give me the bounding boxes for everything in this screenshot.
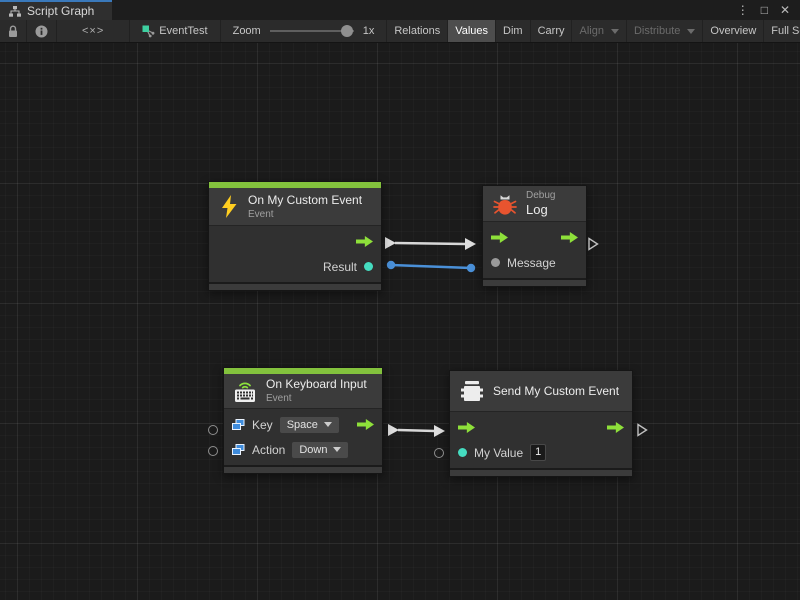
action-port-ring[interactable] (208, 446, 218, 456)
align-button[interactable]: Align (572, 20, 626, 42)
overview-button[interactable]: Overview (703, 20, 764, 42)
maximize-button[interactable]: □ (756, 3, 773, 17)
node-header: Debug Log (483, 186, 586, 221)
code-view-button[interactable]: <×> (57, 20, 130, 42)
node-footer (209, 282, 381, 290)
graph-name-label: EventTest (159, 25, 207, 37)
chevron-down-icon (687, 29, 695, 34)
enum-type-icon (232, 444, 245, 456)
node-subtitle: Event (248, 209, 362, 220)
trigger-input-port[interactable] (491, 232, 508, 243)
node-body: Message (483, 221, 586, 278)
key-dropdown[interactable]: Space (280, 417, 339, 433)
result-output-port[interactable] (364, 262, 373, 271)
node-on-keyboard-input[interactable]: On Keyboard Input Event Key Space (223, 367, 383, 474)
lightning-icon (218, 194, 240, 219)
my-value-input[interactable]: 1 (530, 444, 546, 461)
node-header: On Keyboard Input Event (224, 374, 382, 408)
lock-button[interactable] (0, 20, 27, 42)
graph-reference-button[interactable]: EventTest (130, 20, 220, 42)
zoom-slider[interactable] (270, 30, 354, 32)
zoom-level: 1x (363, 25, 375, 37)
node-header: On My Custom Event Event (209, 188, 381, 225)
dim-button[interactable]: Dim (496, 20, 531, 42)
send-continue-port-triangle[interactable] (636, 423, 648, 437)
node-on-my-custom-event[interactable]: On My Custom Event Event Result (208, 181, 382, 291)
custom-event-machine-icon (459, 378, 485, 404)
wire-trigger-keyboard-to-send[interactable] (388, 424, 445, 437)
graph-toolbar: <×> EventTest Zoom 1x Relations Values D… (0, 20, 800, 43)
node-footer (450, 468, 632, 476)
wire-value-result-to-message[interactable] (387, 261, 475, 272)
node-debug-log[interactable]: Debug Log Message (482, 185, 587, 287)
trigger-output-port[interactable] (561, 232, 578, 243)
message-input-port[interactable] (491, 258, 500, 267)
node-title: Send My Custom Event (493, 384, 619, 398)
chevron-down-icon (611, 29, 619, 34)
zoom-control: Zoom 1x (221, 20, 388, 42)
node-title: Log (526, 202, 555, 217)
log-continue-port-triangle[interactable] (587, 237, 599, 251)
my-value-input-port[interactable] (458, 448, 467, 457)
wires-overlay (0, 43, 800, 600)
code-view-glyph: <×> (64, 25, 122, 37)
node-body: Key Space Action Down (224, 408, 382, 465)
node-send-my-custom-event[interactable]: Send My Custom Event My Value 1 (449, 370, 633, 477)
lock-icon (8, 25, 18, 38)
node-subtitle: Event (266, 393, 367, 404)
tab-script-graph[interactable]: Script Graph (0, 0, 112, 20)
trigger-output-port[interactable] (607, 422, 624, 433)
chevron-down-icon (333, 447, 341, 452)
keyboard-input-icon (232, 378, 258, 404)
result-port-label: Result (323, 260, 357, 274)
chevron-down-icon (324, 422, 332, 427)
trigger-input-port[interactable] (458, 422, 475, 433)
enum-type-icon (232, 419, 245, 431)
wire-trigger-custom-event-to-log[interactable] (385, 237, 476, 250)
node-header: Send My Custom Event (450, 371, 632, 411)
trigger-output-port[interactable] (357, 419, 374, 430)
message-port-label: Message (507, 256, 556, 270)
action-port-label: Action (252, 443, 285, 457)
window-menu-button[interactable]: ⋮ (732, 3, 754, 17)
values-button[interactable]: Values (448, 20, 496, 42)
script-graph-asset-icon (142, 25, 155, 38)
graph-hierarchy-icon (9, 6, 21, 17)
trigger-output-port[interactable] (356, 236, 373, 247)
key-port-label: Key (252, 418, 273, 432)
info-button[interactable] (27, 20, 57, 42)
tab-title: Script Graph (27, 4, 94, 18)
node-footer (224, 465, 382, 473)
node-body: My Value 1 (450, 411, 632, 468)
carry-button[interactable]: Carry (531, 20, 573, 42)
my-value-port-ring[interactable] (434, 448, 444, 458)
full-screen-button[interactable]: Full Screen (764, 20, 800, 42)
my-value-port-label: My Value (474, 446, 523, 460)
graph-canvas[interactable]: On My Custom Event Event Result (0, 43, 800, 600)
relations-button[interactable]: Relations (387, 20, 448, 42)
window-titlebar: Script Graph ⋮ □ ✕ (0, 0, 800, 20)
key-port-ring[interactable] (208, 425, 218, 435)
info-icon (35, 25, 48, 38)
node-body: Result (209, 225, 381, 282)
node-title: On My Custom Event (248, 193, 362, 207)
close-button[interactable]: ✕ (775, 3, 795, 17)
action-dropdown[interactable]: Down (292, 442, 348, 458)
node-title: On Keyboard Input (266, 377, 367, 391)
window-controls: ⋮ □ ✕ (732, 0, 800, 20)
bug-icon (492, 191, 518, 217)
zoom-label: Zoom (233, 25, 261, 37)
zoom-slider-thumb[interactable] (341, 25, 353, 37)
node-footer (483, 278, 586, 286)
distribute-button[interactable]: Distribute (627, 20, 703, 42)
node-category: Debug (526, 190, 555, 201)
